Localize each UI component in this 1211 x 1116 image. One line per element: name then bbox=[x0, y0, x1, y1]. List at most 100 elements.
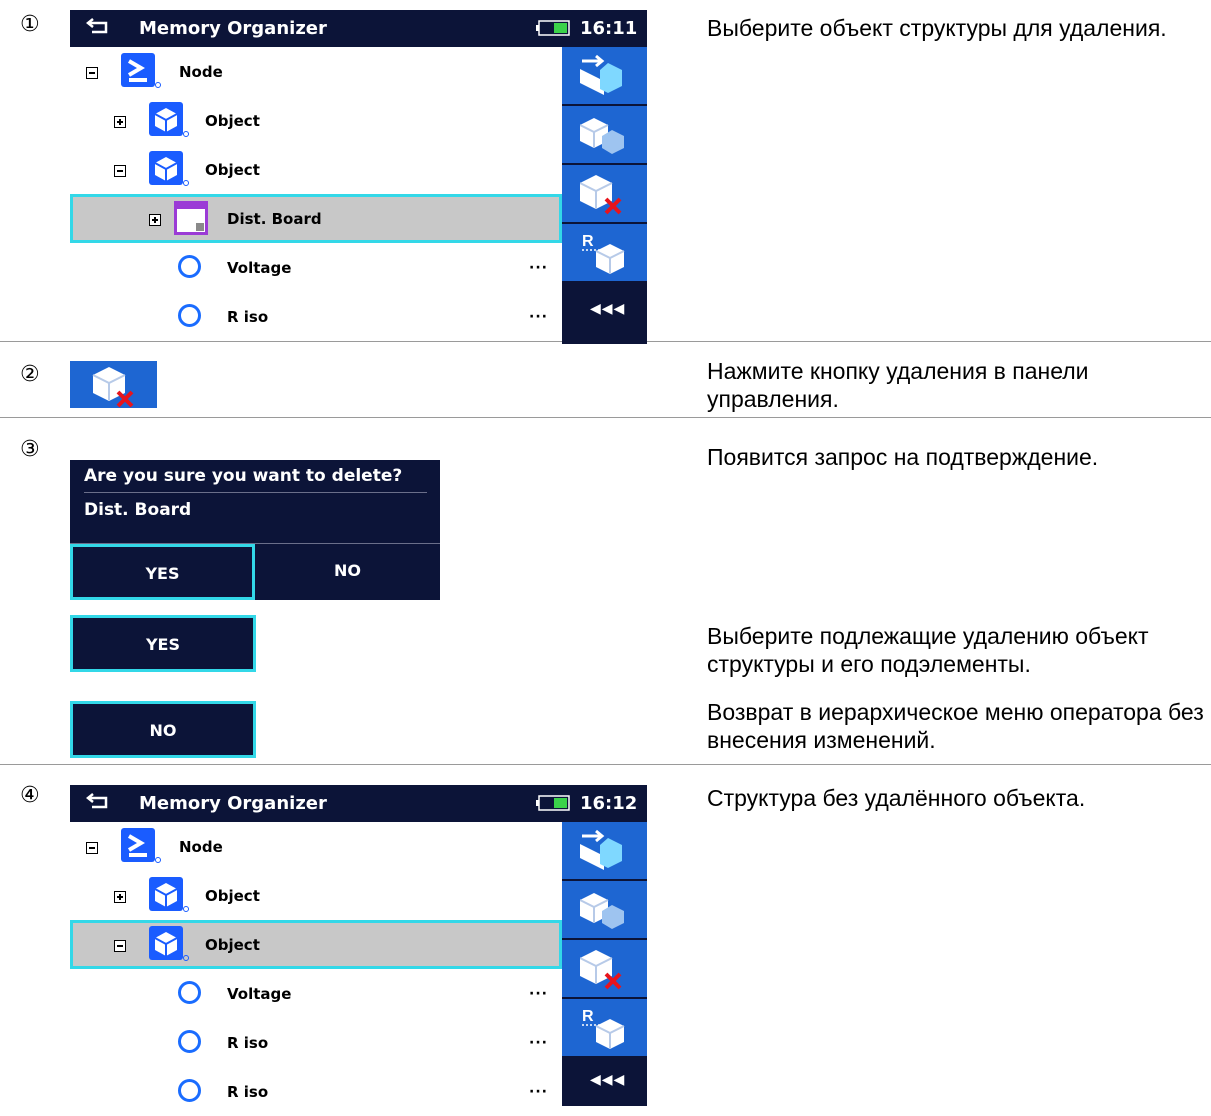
node-icon bbox=[121, 53, 161, 88]
tree-row-object[interactable]: Object bbox=[70, 96, 562, 145]
object-icon bbox=[149, 151, 189, 186]
delete-button[interactable] bbox=[70, 361, 157, 408]
step-description-4: Структура без удалённого объекта. bbox=[707, 785, 1086, 811]
button-label: NO bbox=[334, 561, 361, 580]
divider bbox=[0, 417, 1211, 418]
memory-organizer-screen-2: Memory Organizer 16:12 Node Object Objec… bbox=[70, 785, 647, 1106]
battery-icon bbox=[536, 795, 570, 811]
delete-object-icon bbox=[580, 175, 622, 215]
step-number-3: ③ bbox=[20, 437, 40, 462]
rename-object-icon: R bbox=[582, 1008, 625, 1049]
tree-label: Node bbox=[179, 838, 223, 856]
expand-icon[interactable] bbox=[114, 891, 126, 903]
step-number-2: ② bbox=[20, 362, 40, 387]
expand-icon[interactable] bbox=[114, 116, 126, 128]
rename-object-icon: R bbox=[582, 233, 625, 274]
title-bar: Memory Organizer 16:11 bbox=[70, 10, 647, 47]
tree-row-object[interactable]: Object bbox=[70, 145, 562, 194]
object-icon bbox=[149, 926, 189, 961]
screen-title: Memory Organizer bbox=[139, 18, 327, 39]
tree-label: Object bbox=[205, 112, 260, 130]
more-dots: ··· bbox=[529, 260, 548, 276]
tree-label: Voltage bbox=[227, 985, 292, 1003]
yes-button[interactable]: YES bbox=[70, 615, 256, 672]
tree-row-node[interactable]: Node bbox=[70, 47, 562, 96]
collapse-icon[interactable] bbox=[86, 67, 98, 79]
button-label: YES bbox=[145, 564, 180, 583]
add-object-icon bbox=[580, 54, 622, 95]
collapse-icon[interactable] bbox=[114, 940, 126, 952]
side-toolbar: R ◀◀◀ bbox=[562, 47, 647, 344]
delete-object-icon bbox=[92, 367, 134, 408]
measurement-status-icon bbox=[178, 255, 201, 278]
rename-object-button[interactable]: R bbox=[562, 224, 647, 283]
object-icon bbox=[149, 877, 189, 912]
tree-row-node[interactable]: Node bbox=[70, 822, 562, 871]
tree-label: Voltage bbox=[227, 259, 292, 277]
screen-title: Memory Organizer bbox=[139, 793, 327, 814]
more-arrows: ◀◀◀ bbox=[590, 1072, 626, 1088]
dialog-yes-button[interactable]: YES bbox=[70, 544, 255, 600]
no-button[interactable]: NO bbox=[70, 701, 256, 758]
tree-label: R iso bbox=[227, 1083, 269, 1101]
copy-object-icon bbox=[580, 118, 624, 154]
tree-row-measurement[interactable]: Voltage ··· bbox=[70, 243, 562, 292]
dialog-item-name: Dist. Board bbox=[84, 500, 192, 520]
more-options-button[interactable]: ◀◀◀ bbox=[562, 1058, 647, 1106]
more-options-button[interactable]: ◀◀◀ bbox=[562, 283, 647, 344]
tree-label: Object bbox=[205, 887, 260, 905]
step-number-1: ① bbox=[20, 12, 40, 37]
tree-label: Node bbox=[179, 63, 223, 81]
tree-label: R iso bbox=[227, 308, 269, 326]
tree-label: Dist. Board bbox=[227, 210, 322, 228]
battery-icon bbox=[536, 20, 570, 36]
yes-description: Выберите подлежащие удалению объект стру… bbox=[707, 623, 1149, 677]
delete-confirm-dialog: Are you sure you want to delete? Dist. B… bbox=[70, 460, 440, 600]
add-object-button[interactable] bbox=[562, 822, 647, 881]
add-object-button[interactable] bbox=[562, 47, 647, 106]
collapse-icon[interactable] bbox=[114, 165, 126, 177]
measurement-status-icon bbox=[178, 1030, 201, 1053]
back-icon[interactable] bbox=[86, 16, 112, 36]
delete-object-button[interactable] bbox=[562, 165, 647, 224]
copy-object-button[interactable] bbox=[562, 106, 647, 165]
more-dots: ··· bbox=[529, 1035, 548, 1051]
button-label: YES bbox=[145, 635, 181, 654]
dialog-question: Are you sure you want to delete? bbox=[84, 466, 403, 486]
more-dots: ··· bbox=[529, 1084, 548, 1100]
svg-text:R: R bbox=[582, 233, 594, 250]
tree-row-object[interactable]: Object bbox=[70, 920, 562, 969]
button-label: NO bbox=[149, 721, 177, 740]
clock: 16:12 bbox=[580, 793, 638, 814]
copy-object-button[interactable] bbox=[562, 881, 647, 940]
rename-object-button[interactable]: R bbox=[562, 999, 647, 1058]
tree-label: Object bbox=[205, 161, 260, 179]
measurement-status-icon bbox=[178, 981, 201, 1004]
copy-object-icon bbox=[580, 893, 624, 929]
step-description-2: Нажмите кнопку удаления в панели управле… bbox=[707, 358, 1089, 412]
tree-row-object[interactable]: Object bbox=[70, 871, 562, 920]
no-description: Возврат в иерархическое меню оператора б… bbox=[707, 699, 1204, 753]
more-dots: ··· bbox=[529, 309, 548, 325]
selection-highlight bbox=[70, 920, 562, 969]
delete-object-icon bbox=[580, 950, 622, 990]
divider bbox=[84, 492, 427, 493]
collapse-icon[interactable] bbox=[86, 842, 98, 854]
tree-row-measurement[interactable]: R iso ··· bbox=[70, 292, 562, 341]
tree-row-measurement[interactable]: R iso ··· bbox=[70, 1018, 562, 1067]
back-icon[interactable] bbox=[86, 791, 112, 811]
tree-label: R iso bbox=[227, 1034, 269, 1052]
side-toolbar: R ◀◀◀ bbox=[562, 822, 647, 1106]
tree-row-measurement[interactable]: R iso ··· bbox=[70, 1067, 562, 1116]
distribution-board-icon bbox=[174, 201, 208, 235]
expand-icon[interactable] bbox=[149, 214, 161, 226]
clock: 16:11 bbox=[580, 18, 638, 39]
tree-row-measurement[interactable]: Voltage ··· bbox=[70, 969, 562, 1018]
dialog-no-button[interactable]: NO bbox=[255, 544, 440, 600]
memory-organizer-screen-1: Memory Organizer 16:11 Node Object Objec… bbox=[70, 10, 647, 344]
step-description-3: Появится запрос на подтверждение. bbox=[707, 444, 1099, 470]
more-arrows: ◀◀◀ bbox=[590, 301, 626, 317]
tree-row-dist-board[interactable]: Dist. Board bbox=[70, 194, 562, 243]
delete-object-button[interactable] bbox=[562, 940, 647, 999]
title-bar: Memory Organizer 16:12 bbox=[70, 785, 647, 822]
